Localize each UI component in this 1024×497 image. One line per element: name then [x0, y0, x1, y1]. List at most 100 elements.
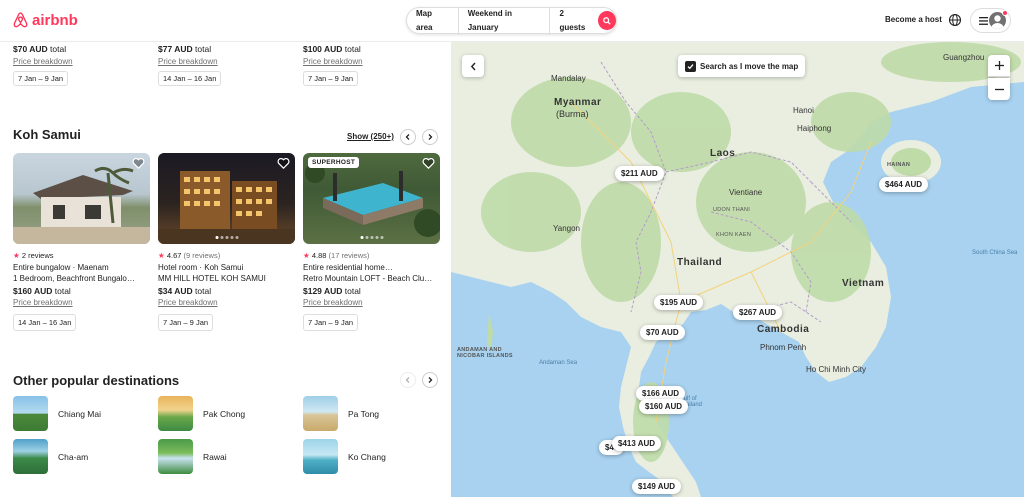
- map-price-pin[interactable]: $195 AUD: [654, 295, 704, 310]
- listing-title: Entire residential home…: [303, 262, 393, 272]
- destination-item[interactable]: Chiang Mai: [13, 396, 101, 431]
- toggle-label: Search as I move the map: [700, 61, 799, 71]
- heart-icon[interactable]: [277, 157, 290, 170]
- map-label-hanoi: Hanoi: [793, 106, 814, 115]
- map-label-hainan: HAINAN: [887, 162, 911, 168]
- listing-card[interactable]: SUPERHOST ★ 4.88 (17 reviews) Entire res…: [303, 153, 440, 331]
- map-label-laos: Laos: [710, 148, 736, 159]
- price-breakdown-link[interactable]: Price breakdown: [303, 297, 440, 309]
- map-price-pin[interactable]: $211 AUD: [615, 166, 664, 181]
- price-amount: $160 AUD: [13, 285, 53, 296]
- star-icon: ★: [303, 251, 310, 260]
- chevron-right-icon: [428, 377, 433, 383]
- destination-item[interactable]: Pa Tong: [303, 396, 379, 431]
- chevron-left-icon: [405, 377, 410, 383]
- map-label-phnom-penh: Phnom Penh: [760, 343, 807, 352]
- price-suffix: total: [195, 44, 212, 54]
- review-count: (9 reviews): [183, 251, 221, 260]
- chevron-right-icon: [428, 134, 433, 140]
- map-label-thailand: Thailand: [677, 257, 723, 268]
- destination-item[interactable]: Rawai: [158, 439, 227, 474]
- show-all-link[interactable]: Show (250+): [347, 132, 394, 141]
- map-price-pin[interactable]: $160 AUD: [639, 399, 689, 414]
- listing-rating: ★ 2 reviews: [13, 250, 150, 262]
- chevron-left-icon: [405, 134, 410, 140]
- price-breakdown-link[interactable]: Price breakdown: [158, 297, 295, 309]
- check-icon: [687, 63, 694, 69]
- search-bar[interactable]: Map area Weekend in January 2 guests: [406, 6, 617, 35]
- become-host-link[interactable]: Become a host: [885, 15, 942, 24]
- destinations-prev-button[interactable]: [400, 372, 416, 388]
- map-price-pin[interactable]: $413 AUD: [612, 436, 662, 451]
- destination-thumb: [303, 396, 338, 431]
- listing-price-block[interactable]: $100 AUD total Price breakdown 7 Jan – 9…: [303, 44, 363, 86]
- map-panel[interactable]: Mandalay Myanmar (Burma) Laos Thailand C…: [451, 42, 1024, 497]
- photo-pager-dots: [215, 236, 238, 239]
- listing-subtitle: MM HILL HOTEL KOH SAMUI: [158, 274, 266, 283]
- search-guests[interactable]: 2 guests: [550, 7, 596, 35]
- search-button[interactable]: [598, 11, 616, 30]
- map-label-guangzhou: Guangzhou: [943, 53, 985, 62]
- zoom-in-button[interactable]: [988, 55, 1010, 77]
- photo-pager-dots: [360, 236, 383, 239]
- listing-subtitle: Retro Mountain LOFT - Beach Clu…: [303, 274, 433, 283]
- listing-photo[interactable]: [158, 153, 295, 244]
- airbnb-logo[interactable]: airbnb: [12, 11, 78, 29]
- map-label-myanmar: Myanmar: [554, 97, 602, 108]
- search-dates[interactable]: Weekend in January: [459, 6, 551, 35]
- listing-card[interactable]: ★ 2 reviews Entire bungalow · Maenam 1 B…: [13, 153, 150, 331]
- map-label-yangon: Yangon: [553, 224, 580, 233]
- date-chip: 7 Jan – 9 Jan: [13, 71, 69, 86]
- globe-icon[interactable]: [948, 13, 962, 27]
- search-location[interactable]: Map area: [407, 6, 459, 35]
- listing-price-block[interactable]: $70 AUD total Price breakdown 7 Jan – 9 …: [13, 44, 73, 86]
- price-breakdown-link[interactable]: Price breakdown: [13, 57, 73, 66]
- listing-photo[interactable]: SUPERHOST: [303, 153, 440, 244]
- date-chip: 7 Jan – 9 Jan: [303, 313, 359, 331]
- destination-thumb: [13, 439, 48, 474]
- date-chip: 14 Jan – 16 Jan: [158, 71, 222, 86]
- map-label-south-china-sea: South China Sea: [972, 250, 1018, 256]
- rating-score: 4.67: [166, 251, 182, 260]
- listing-photo[interactable]: [13, 153, 150, 244]
- carousel-prev-button[interactable]: [400, 129, 416, 145]
- destination-item[interactable]: Pak Chong: [158, 396, 245, 431]
- map-price-pin[interactable]: $70 AUD: [640, 325, 685, 340]
- price-breakdown-link[interactable]: Price breakdown: [303, 57, 363, 66]
- carousel-next-button[interactable]: [422, 129, 438, 145]
- price-amount: $70 AUD: [13, 44, 48, 54]
- section-title-destinations: Other popular destinations: [13, 373, 180, 388]
- price-breakdown-link[interactable]: Price breakdown: [158, 57, 221, 66]
- destination-name: Cha-am: [58, 451, 89, 462]
- collapse-map-button[interactable]: [462, 55, 484, 77]
- listing-title: Hotel room · Koh Samui: [158, 262, 244, 272]
- search-as-map-moves-toggle[interactable]: Search as I move the map: [678, 55, 806, 77]
- star-icon: ★: [13, 251, 20, 260]
- listing-price-block[interactable]: $77 AUD total Price breakdown 14 Jan – 1…: [158, 44, 222, 86]
- heart-icon[interactable]: [132, 157, 145, 170]
- date-chip: 14 Jan – 16 Jan: [13, 313, 77, 331]
- listing-card[interactable]: ★ 4.67 (9 reviews) Hotel room · Koh Samu…: [158, 153, 295, 331]
- price-breakdown-link[interactable]: Price breakdown: [13, 297, 150, 309]
- date-chip: 7 Jan – 9 Jan: [303, 71, 359, 86]
- map-label-andaman: ANDAMAN AND NICOBAR ISLANDS: [457, 347, 513, 359]
- map-price-pin[interactable]: $267 AUD: [733, 305, 783, 320]
- destination-item[interactable]: Cha-am: [13, 439, 88, 474]
- price-suffix: total: [54, 285, 71, 296]
- search-icon: [603, 16, 611, 25]
- destinations-next-button[interactable]: [422, 372, 438, 388]
- heart-icon[interactable]: [422, 157, 435, 170]
- chevron-left-icon: [470, 62, 476, 70]
- destination-item[interactable]: Ko Chang: [303, 439, 386, 474]
- price-amount: $129 AUD: [303, 285, 343, 296]
- price-suffix: total: [344, 285, 361, 296]
- map-price-pin[interactable]: $149 AUD: [632, 479, 682, 494]
- zoom-out-button[interactable]: [988, 78, 1010, 100]
- destination-name: Chiang Mai: [58, 408, 101, 419]
- checkbox[interactable]: [685, 60, 696, 72]
- map-price-pin[interactable]: $464 AUD: [879, 177, 929, 192]
- map-label-cambodia: Cambodia: [757, 324, 810, 335]
- superhost-badge: SUPERHOST: [308, 157, 360, 168]
- map-label-burma: (Burma): [556, 109, 589, 119]
- map-label-vietnam: Vietnam: [842, 278, 885, 289]
